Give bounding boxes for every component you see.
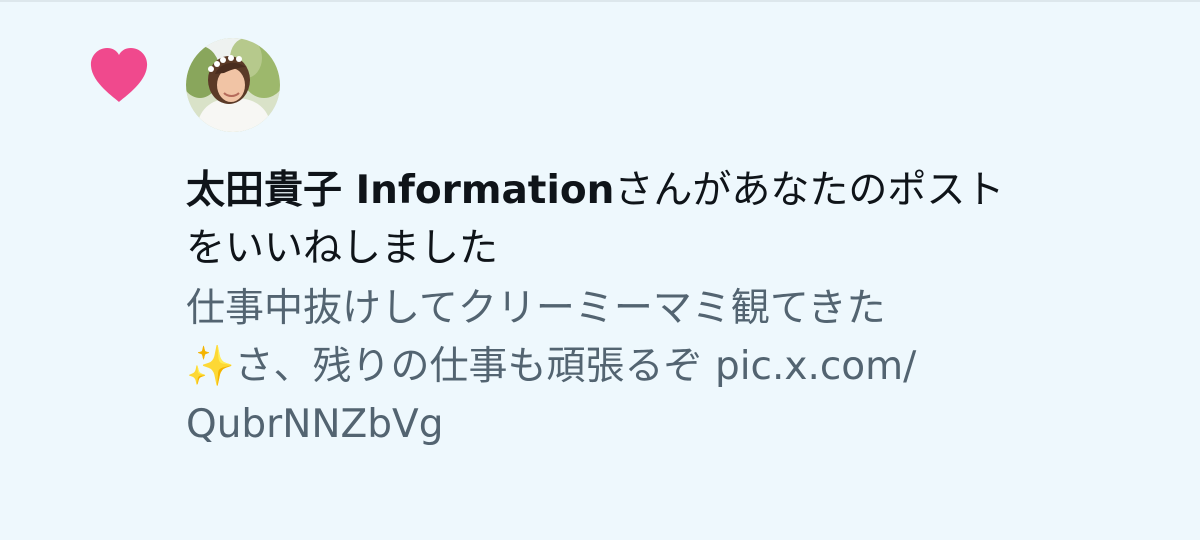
like-notification[interactable]: 太田貴子 Informationさんがあなたのポスト をいいねしました 仕事中抜…	[0, 0, 1200, 540]
post-text-line3: QubrNNZbVg	[186, 402, 444, 447]
post-text-line2: ✨さ、残りの仕事も頑張るぞ pic.x.com/	[186, 344, 917, 389]
user-name[interactable]: 太田貴子 Information	[186, 168, 614, 213]
heart-icon	[88, 46, 150, 104]
post-text-line1: 仕事中抜けしてクリーミーマミ観てきた	[186, 286, 886, 331]
action-text-line1: さんがあなたのポスト	[614, 168, 1005, 213]
notification-body: 太田貴子 Informationさんがあなたのポスト をいいねしました 仕事中抜…	[186, 162, 1146, 454]
avatar[interactable]	[186, 38, 280, 132]
like-action-text: 太田貴子 Informationさんがあなたのポスト	[186, 162, 1146, 220]
action-text-line2: をいいねしました	[186, 226, 499, 271]
liked-post-preview[interactable]: 仕事中抜けしてクリーミーマミ観てきた ✨さ、残りの仕事も頑張るぞ pic.x.c…	[186, 280, 1146, 454]
